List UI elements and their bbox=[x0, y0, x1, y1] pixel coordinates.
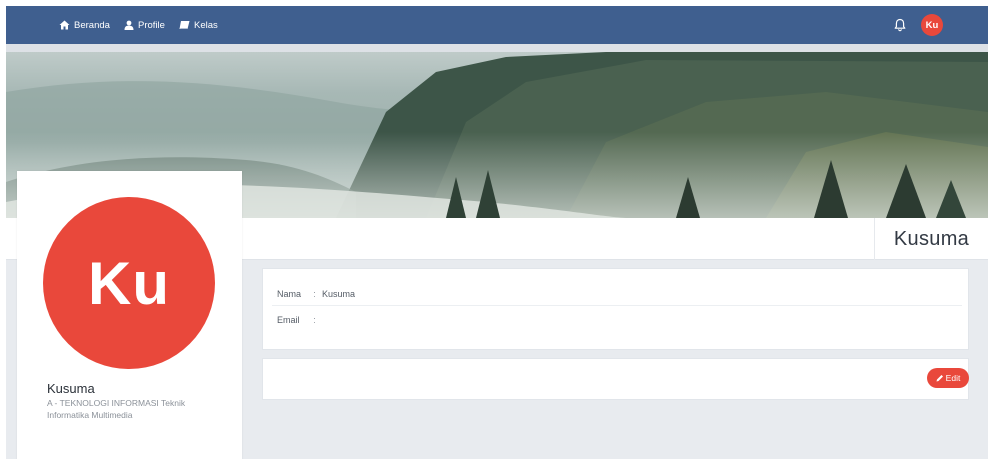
avatar-initials: Ku bbox=[925, 19, 939, 31]
nav-item-kelas[interactable]: Kelas bbox=[179, 6, 218, 44]
info-separator: : bbox=[313, 289, 316, 299]
nav-item-label: Kelas bbox=[194, 19, 218, 31]
info-label: Email bbox=[277, 315, 300, 325]
page-frame: Beranda Profile Kelas Ku Kusuma Ku Kusum… bbox=[6, 6, 988, 459]
profile-action-panel bbox=[262, 358, 969, 400]
profile-name-box: Kusuma bbox=[874, 218, 988, 260]
info-row-nama: Nama : Kusuma bbox=[277, 284, 355, 304]
user-avatar[interactable]: Ku bbox=[921, 14, 943, 36]
profile-card: Ku Kusuma A - TEKNOLOGI INFORMASI Teknik… bbox=[17, 171, 242, 459]
user-icon bbox=[124, 20, 134, 30]
info-label: Nama bbox=[277, 289, 302, 299]
profile-card-name: Kusuma bbox=[47, 381, 95, 396]
edit-profile-button[interactable]: Edit bbox=[927, 368, 969, 388]
profile-display-name: Kusuma bbox=[893, 227, 970, 250]
navbar-divider bbox=[6, 44, 988, 52]
nav-item-beranda[interactable]: Beranda bbox=[59, 6, 110, 44]
nav-item-profile[interactable]: Profile bbox=[124, 6, 165, 44]
pencil-icon bbox=[936, 375, 943, 382]
nav-item-label: Beranda bbox=[74, 19, 110, 31]
profile-avatar: Ku bbox=[43, 197, 215, 369]
nav-item-label: Profile bbox=[138, 19, 165, 31]
info-value: Kusuma bbox=[322, 289, 356, 299]
info-separator: : bbox=[313, 315, 316, 325]
top-navbar: Beranda Profile Kelas Ku bbox=[6, 6, 988, 44]
avatar-initials: Ku bbox=[88, 249, 170, 317]
info-row-email: Email : bbox=[277, 310, 322, 330]
profile-card-subtitle: A - TEKNOLOGI INFORMASI Teknik Informati… bbox=[47, 398, 186, 420]
edit-button-label: Edit bbox=[945, 373, 961, 383]
info-divider bbox=[272, 305, 962, 306]
profile-info-panel bbox=[262, 268, 969, 350]
home-icon bbox=[59, 20, 70, 30]
book-icon bbox=[179, 21, 190, 30]
bell-icon[interactable] bbox=[893, 18, 907, 32]
